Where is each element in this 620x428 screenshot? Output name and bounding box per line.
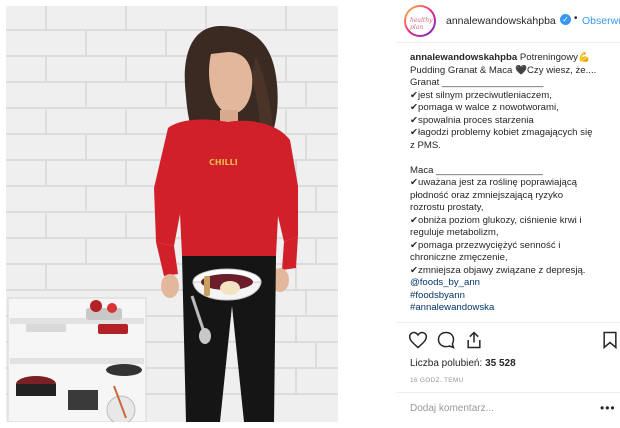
likes-label: Liczba polubień: <box>410 358 483 369</box>
caption-line: ✔uważana jest za roślinę poprawiającą <box>410 177 614 190</box>
post-caption: annalewandowskahpba Potreningowy💪 Pudding… <box>410 52 614 324</box>
caption-line: ✔jest silnym przeciwutleniaczem, <box>410 90 614 103</box>
caption-line: ✔obniża poziom glukozy, ciśnienie krwi i <box>410 215 614 228</box>
comment-icon[interactable] <box>436 330 456 350</box>
post-timestamp[interactable]: 16 GODZ. TEMU <box>410 377 464 384</box>
caption-text: chroniczne zmęczenie, <box>410 252 508 263</box>
post-side-panel: healthy plan annalewandowskahpba ✓ • Obs… <box>338 0 620 428</box>
caption-text: z PMS. <box>410 139 441 151</box>
caption-hashtag[interactable]: @foods_by_ann <box>410 277 480 288</box>
caption-hashtag[interactable]: #foodsbyann <box>410 290 465 301</box>
likes-count[interactable]: Liczba polubień: 35 528 <box>410 358 516 369</box>
caption-line: rozrostu prostaty, <box>410 202 614 215</box>
caption-line: annalewandowskahpba Potreningowy💪 <box>410 52 614 65</box>
caption-text: ✔zmniejsza objawy związane z depresją. <box>410 264 586 276</box>
avatar[interactable]: healthy plan <box>404 5 436 37</box>
caption-hashtag[interactable]: #annalewandowska <box>410 302 494 313</box>
caption-author[interactable]: annalewandowskahpba <box>410 52 517 63</box>
caption-text: ✔uważana jest za roślinę poprawiającą <box>410 177 577 188</box>
caption-line: ✔łagodzi problemy kobiet zmagających się <box>410 127 614 140</box>
caption-line[interactable]: #annalewandowska <box>410 302 614 315</box>
header-divider <box>396 42 620 43</box>
more-options-icon[interactable]: ••• <box>600 401 616 415</box>
caption-line: ✔pomaga w walce z nowotworami, <box>410 102 614 115</box>
action-bar <box>408 330 618 354</box>
caption-text: reguluje metabolizm, <box>410 227 499 238</box>
caption-line: Maca ____________________ <box>410 165 614 178</box>
caption-text: ✔spowalnia proces starzenia <box>410 114 534 126</box>
caption-text: ✔pomaga w walce z nowotworami, <box>410 102 559 113</box>
caption-line: Granat ___________________ <box>410 77 614 90</box>
caption-line: ✔zmniejsza objawy związane z depresją. <box>410 265 614 278</box>
header-username[interactable]: annalewandowskahpba <box>446 15 556 27</box>
comment-divider <box>396 392 620 393</box>
verified-badge-icon: ✓ <box>560 14 571 25</box>
avatar-logo-text: healthy plan <box>410 17 433 31</box>
caption-line: ✔pomaga przezwyciężyć senność i <box>410 240 614 253</box>
shirt-print-text: CHILLI <box>209 158 238 167</box>
bookmark-icon[interactable] <box>600 330 620 350</box>
caption-line[interactable]: #foodsbyann <box>410 290 614 303</box>
caption-line[interactable]: @foods_by_ann <box>410 277 614 290</box>
caption-text: Granat ___________________ <box>410 77 544 88</box>
caption-line: reguluje metabolizm, <box>410 227 614 240</box>
post-photo[interactable]: CHILLI <box>6 6 338 422</box>
instagram-post: CHILLI healthy plan annalewandowskahpba … <box>0 0 620 428</box>
caption-line: płodność oraz zmniejszającą ryzyko <box>410 190 614 203</box>
photo-illustration: CHILLI <box>6 6 338 422</box>
caption-text: Pudding Granat & Maca 🖤Czy wiesz, że.... <box>410 64 597 76</box>
caption-line: chroniczne zmęczenie, <box>410 252 614 265</box>
caption-text: ✔obniża poziom glukozy, ciśnienie krwi i <box>410 214 582 226</box>
header-separator: • <box>574 13 578 24</box>
caption-text: ✔łagodzi problemy kobiet zmagających się <box>410 127 593 138</box>
caption-text: ✔pomaga przezwyciężyć senność i <box>410 239 561 251</box>
likes-number: 35 528 <box>485 358 516 369</box>
caption-text: ✔jest silnym przeciwutleniaczem, <box>410 89 552 101</box>
caption-line <box>410 152 614 165</box>
caption-text: Potreningowy💪 <box>517 52 590 63</box>
caption-line: Pudding Granat & Maca 🖤Czy wiesz, że.... <box>410 65 614 78</box>
actions-divider <box>396 322 620 323</box>
caption-text: rozrostu prostaty, <box>410 202 484 213</box>
avatar-image: healthy plan <box>406 7 434 35</box>
comment-input[interactable]: Dodaj komentarz... <box>410 403 560 414</box>
share-icon[interactable] <box>464 330 484 350</box>
caption-text: Maca ____________________ <box>410 164 543 176</box>
caption-line: ✔spowalnia proces starzenia <box>410 115 614 128</box>
follow-button[interactable]: Obserwuj <box>582 15 620 27</box>
heart-icon[interactable] <box>408 330 428 350</box>
caption-text: płodność oraz zmniejszającą ryzyko <box>410 189 564 201</box>
caption-line: z PMS. <box>410 140 614 153</box>
